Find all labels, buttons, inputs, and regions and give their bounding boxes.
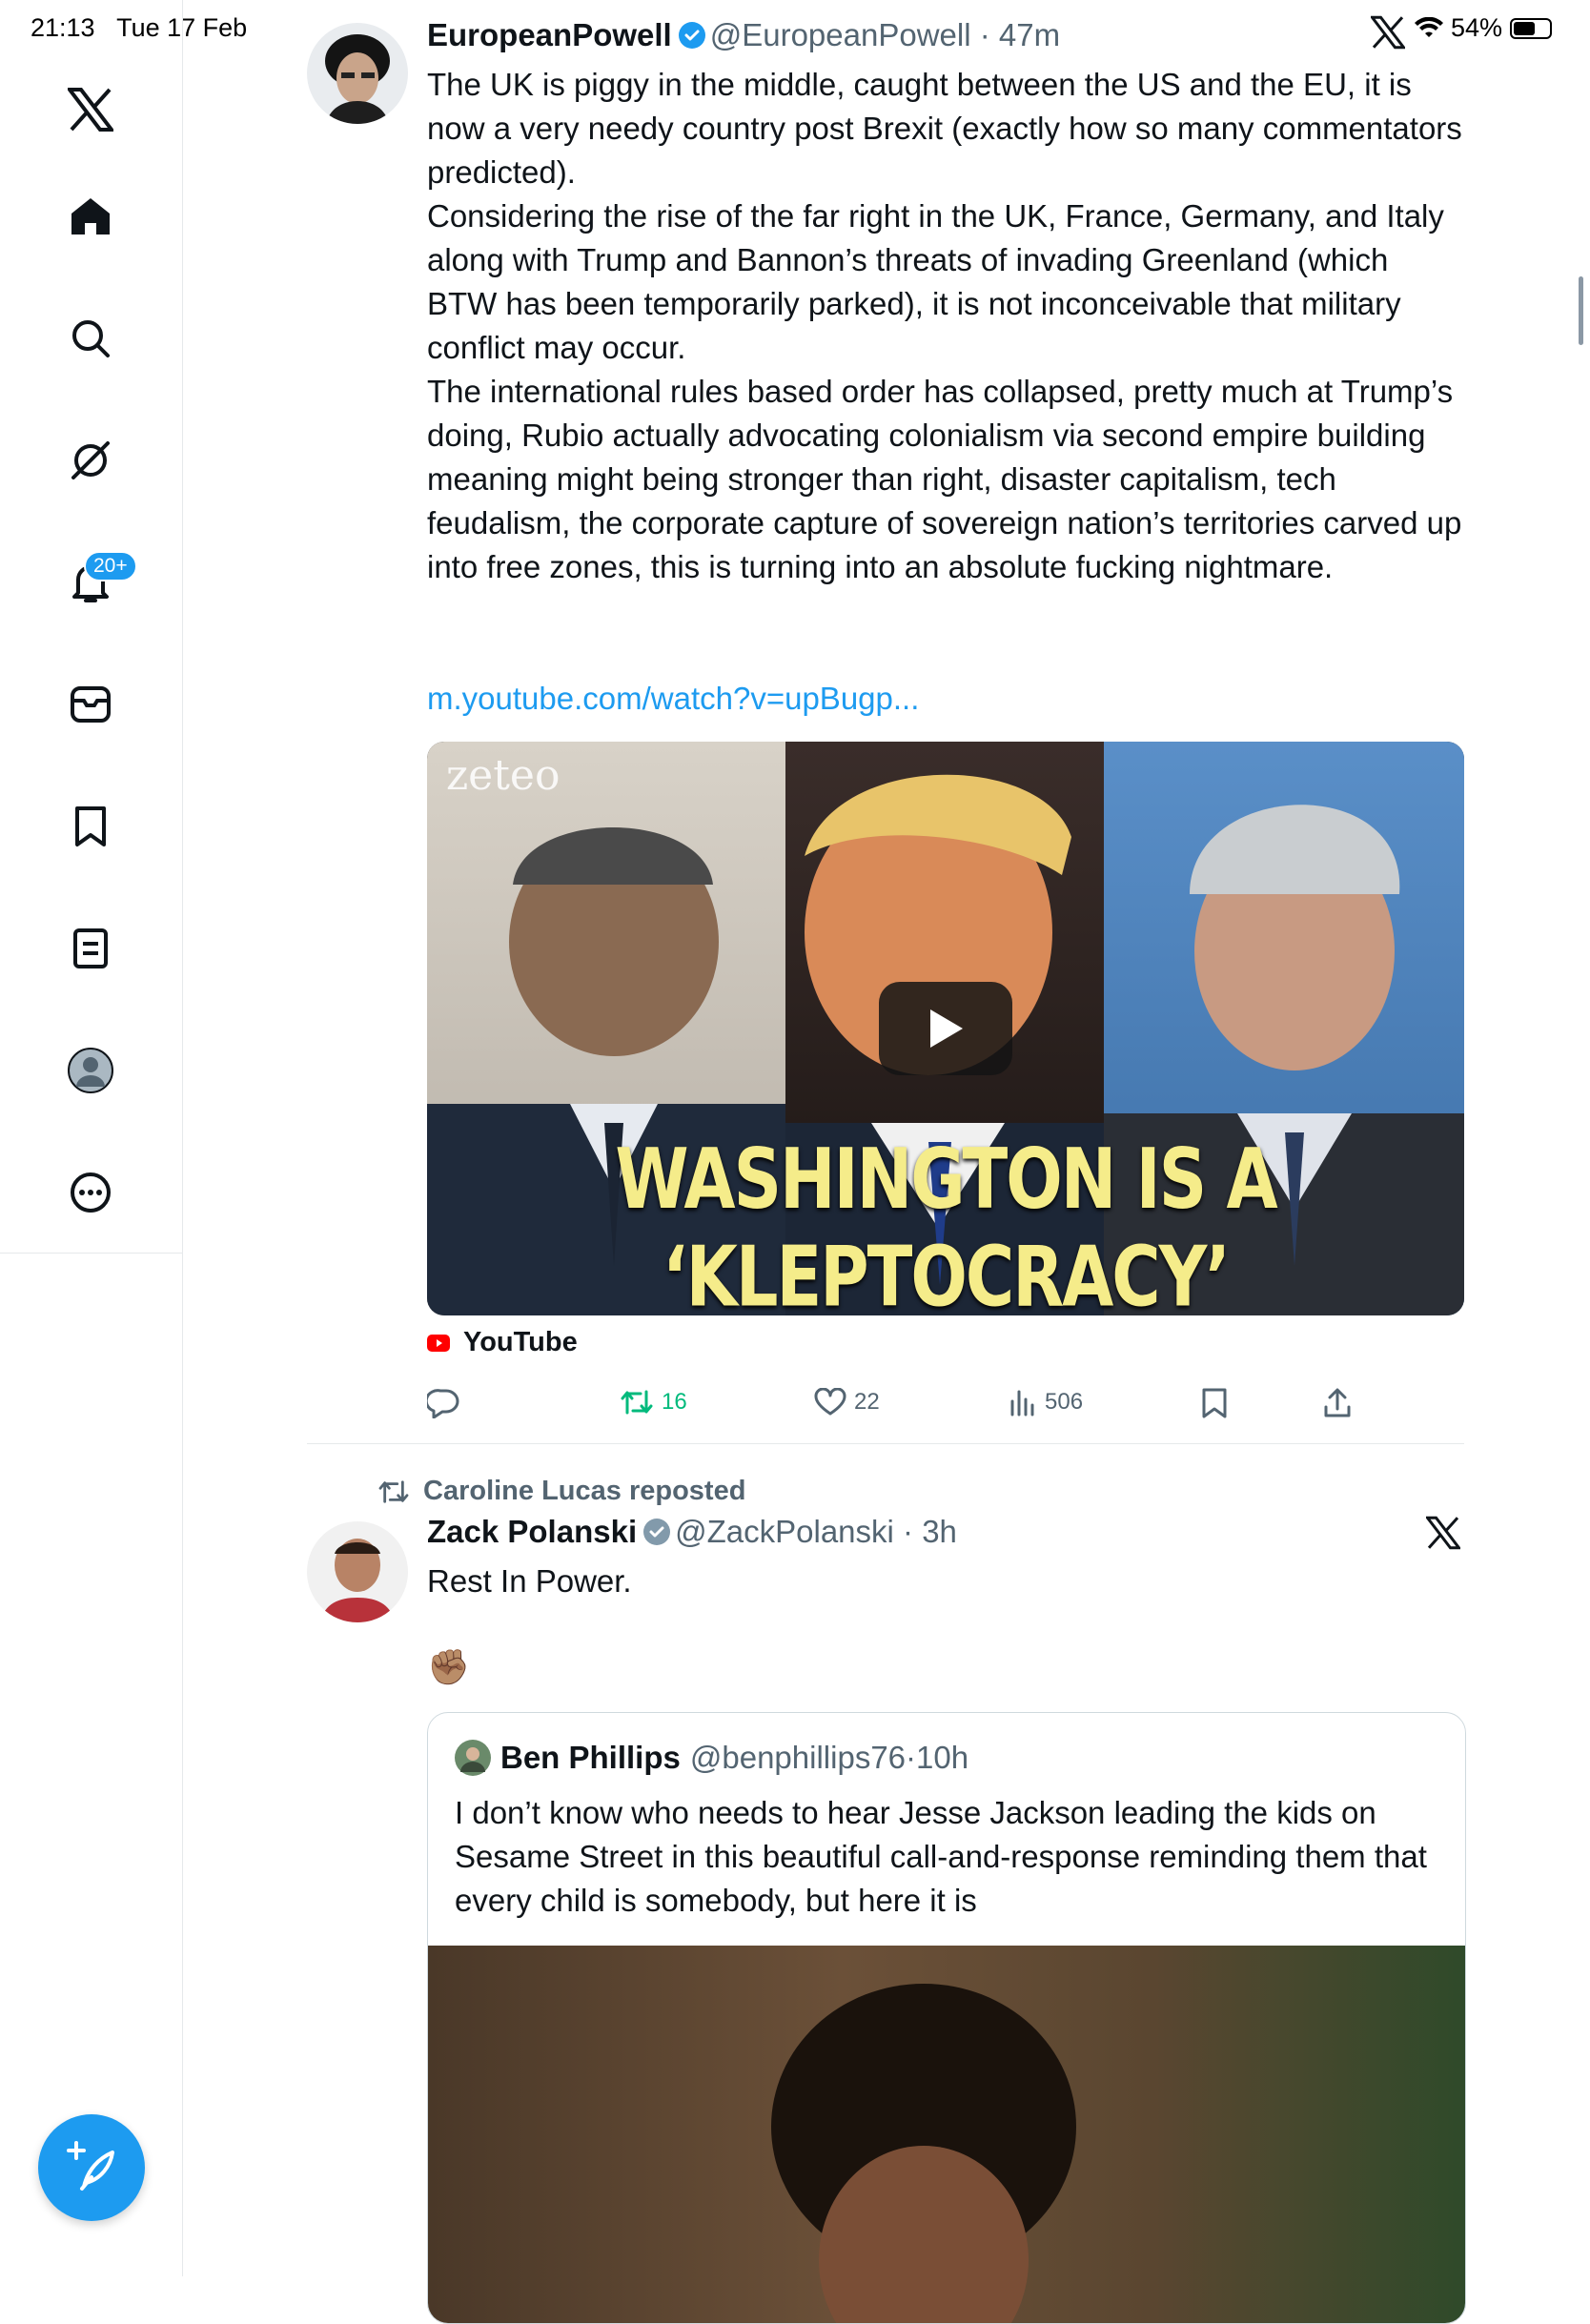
- avatar[interactable]: [307, 23, 408, 124]
- scroll-indicator[interactable]: [1579, 276, 1583, 345]
- bookmarks-icon[interactable]: [61, 797, 120, 856]
- tweet-paragraph: Considering the rise of the far right in…: [427, 198, 1444, 365]
- share-button[interactable]: [1323, 1388, 1352, 1418]
- verified-badge-icon: [678, 22, 705, 49]
- quote-time[interactable]: 10h: [916, 1740, 968, 1776]
- battery-icon: [1510, 17, 1552, 39]
- more-icon[interactable]: [61, 1163, 120, 1222]
- raised-fist-emoji: ✊🏽: [427, 1647, 470, 1686]
- avatar[interactable]: [307, 1521, 408, 1622]
- author-handle[interactable]: @EuropeanPowell: [710, 17, 971, 52]
- play-button[interactable]: [879, 982, 1012, 1075]
- repost-label: Caroline Lucas reposted: [423, 1476, 746, 1506]
- tweet-time[interactable]: 47m: [999, 17, 1060, 52]
- play-icon: [930, 1009, 963, 1048]
- source-label: YouTube: [463, 1327, 578, 1357]
- tweet-divider: [307, 1443, 1464, 1444]
- author-name[interactable]: Zack Polanski: [427, 1514, 637, 1549]
- repost-count: 16: [662, 1389, 687, 1415]
- tweet-header: Zack Polanski @ZackPolanski · 3h: [427, 1514, 957, 1549]
- repost-context[interactable]: Caroline Lucas reposted: [377, 1476, 745, 1507]
- author-handle[interactable]: @ZackPolanski: [675, 1514, 894, 1549]
- messages-icon[interactable]: [61, 675, 120, 734]
- reply-icon: [427, 1389, 459, 1418]
- battery-percent: 54%: [1450, 13, 1502, 42]
- quote-header: Ben Phillips @benphillips76 · 10h: [455, 1740, 968, 1776]
- tweet-paragraph: The international rules based order has …: [427, 374, 1462, 584]
- notifications-badge: 20+: [84, 551, 137, 581]
- video-watermark: zeteo: [446, 751, 561, 800]
- home-icon[interactable]: [61, 187, 120, 246]
- views-count: 506: [1045, 1389, 1084, 1415]
- x-logo-icon: [1369, 15, 1407, 54]
- grok-icon[interactable]: [61, 431, 120, 490]
- quote-author-handle[interactable]: @benphillips76: [690, 1740, 906, 1776]
- repost-button[interactable]: 16: [620, 1388, 687, 1417]
- compose-button[interactable]: [38, 2114, 145, 2221]
- tweet-link[interactable]: m.youtube.com/watch?v=upBugp...: [427, 681, 919, 717]
- wifi-icon: [1414, 16, 1443, 37]
- bookmark-button[interactable]: [1201, 1388, 1228, 1418]
- x-logo-icon[interactable]: [61, 80, 120, 139]
- quote-author-name[interactable]: Ben Phillips: [500, 1740, 681, 1776]
- quote-video-thumbnail[interactable]: [428, 1946, 1465, 2323]
- video-thumbnail[interactable]: zeteo WASHINGTON IS A ‘KLEPTOCRACY’: [427, 742, 1464, 1315]
- views-button[interactable]: 506: [1009, 1388, 1083, 1417]
- sidebar-divider: [0, 1253, 183, 1254]
- youtube-icon: [427, 1334, 450, 1352]
- bookmark-icon: [1202, 1388, 1227, 1418]
- tweet-text: The UK is piggy in the middle, caught be…: [427, 63, 1466, 589]
- like-button[interactable]: 22: [814, 1388, 880, 1417]
- tweet-paragraph: The UK is piggy in the middle, caught be…: [427, 67, 1462, 190]
- link-source[interactable]: YouTube: [427, 1327, 578, 1358]
- like-count: 22: [854, 1389, 880, 1415]
- video-caption: WASHINGTON IS A ‘KLEPTOCRACY’: [615, 1130, 1277, 1316]
- tweet-text: Rest In Power.: [427, 1563, 632, 1599]
- repost-icon: [378, 1479, 409, 1503]
- lists-icon[interactable]: [61, 919, 120, 978]
- compose-icon: [67, 2141, 114, 2191]
- reply-button[interactable]: [427, 1388, 459, 1418]
- tweet-time[interactable]: 3h: [922, 1514, 957, 1549]
- verified-badge-icon: [643, 1519, 671, 1545]
- repost-icon: [621, 1390, 653, 1415]
- tweet-header: EuropeanPowell @EuropeanPowell · 47m: [427, 17, 1061, 52]
- profile-icon[interactable]: [61, 1041, 120, 1100]
- share-icon: [1324, 1388, 1351, 1417]
- x-logo-icon: [1424, 1516, 1462, 1555]
- views-icon: [1010, 1390, 1034, 1417]
- quote-text: I don’t know who needs to hear Jesse Jac…: [455, 1795, 1427, 1918]
- avatar[interactable]: [455, 1740, 491, 1776]
- quote-tweet-card[interactable]: Ben Phillips @benphillips76 · 10h I don’…: [427, 1712, 1466, 2324]
- author-name[interactable]: EuropeanPowell: [427, 17, 672, 52]
- heart-icon: [814, 1388, 846, 1416]
- status-bar-right: 54%: [1414, 13, 1552, 43]
- search-icon[interactable]: [61, 309, 120, 368]
